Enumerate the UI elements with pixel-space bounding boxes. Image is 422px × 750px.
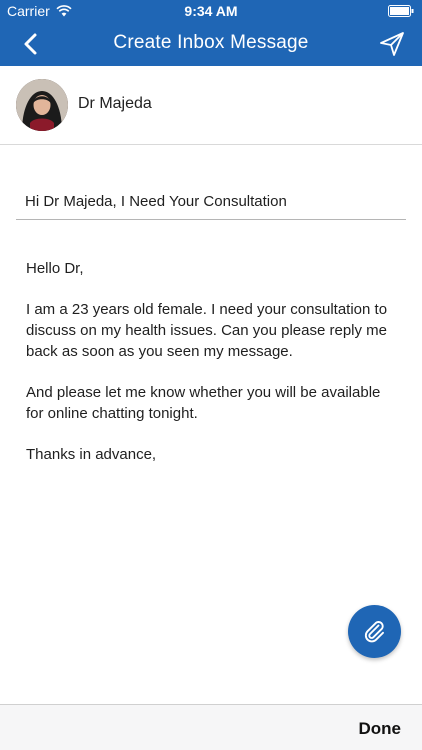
avatar [16, 79, 68, 131]
recipient-row[interactable]: Dr Majeda [0, 66, 422, 145]
subject-input[interactable]: Hi Dr Majeda, I Need Your Consultation [16, 182, 406, 220]
message-paragraph-greeting: Hello Dr, [26, 260, 84, 277]
recipient-name: Dr Majeda [78, 95, 152, 112]
message-paragraph-closing: Thanks in advance, [26, 446, 157, 463]
message-paragraph-intro: I am a 23 years old female. I need your … [26, 301, 388, 360]
message-body-field[interactable]: Hello Dr, I am a 23 years old female. I … [26, 258, 398, 485]
attach-button[interactable] [348, 605, 401, 658]
subject-text: Hi Dr Majeda, I Need Your Consultation [25, 193, 287, 210]
status-time: 9:34 AM [184, 3, 238, 19]
battery-icon [388, 5, 414, 17]
page-title: Create Inbox Message [113, 32, 309, 53]
compose-message-screen: Carrier 9:34 AM Create Inbox Message Dr … [0, 0, 422, 750]
keyboard-accessory-bar: Done [0, 704, 422, 750]
avatar-image [16, 79, 68, 131]
header: Carrier 9:34 AM Create Inbox Message [0, 0, 422, 66]
status-bar: Carrier 9:34 AM [0, 0, 422, 22]
message-paragraph-request: And please let me know whether you will … [26, 384, 381, 422]
paperclip-icon [364, 621, 384, 643]
done-button[interactable]: Done [359, 719, 402, 739]
paper-plane-icon[interactable] [378, 30, 406, 58]
nav-bar: Create Inbox Message [0, 22, 422, 66]
